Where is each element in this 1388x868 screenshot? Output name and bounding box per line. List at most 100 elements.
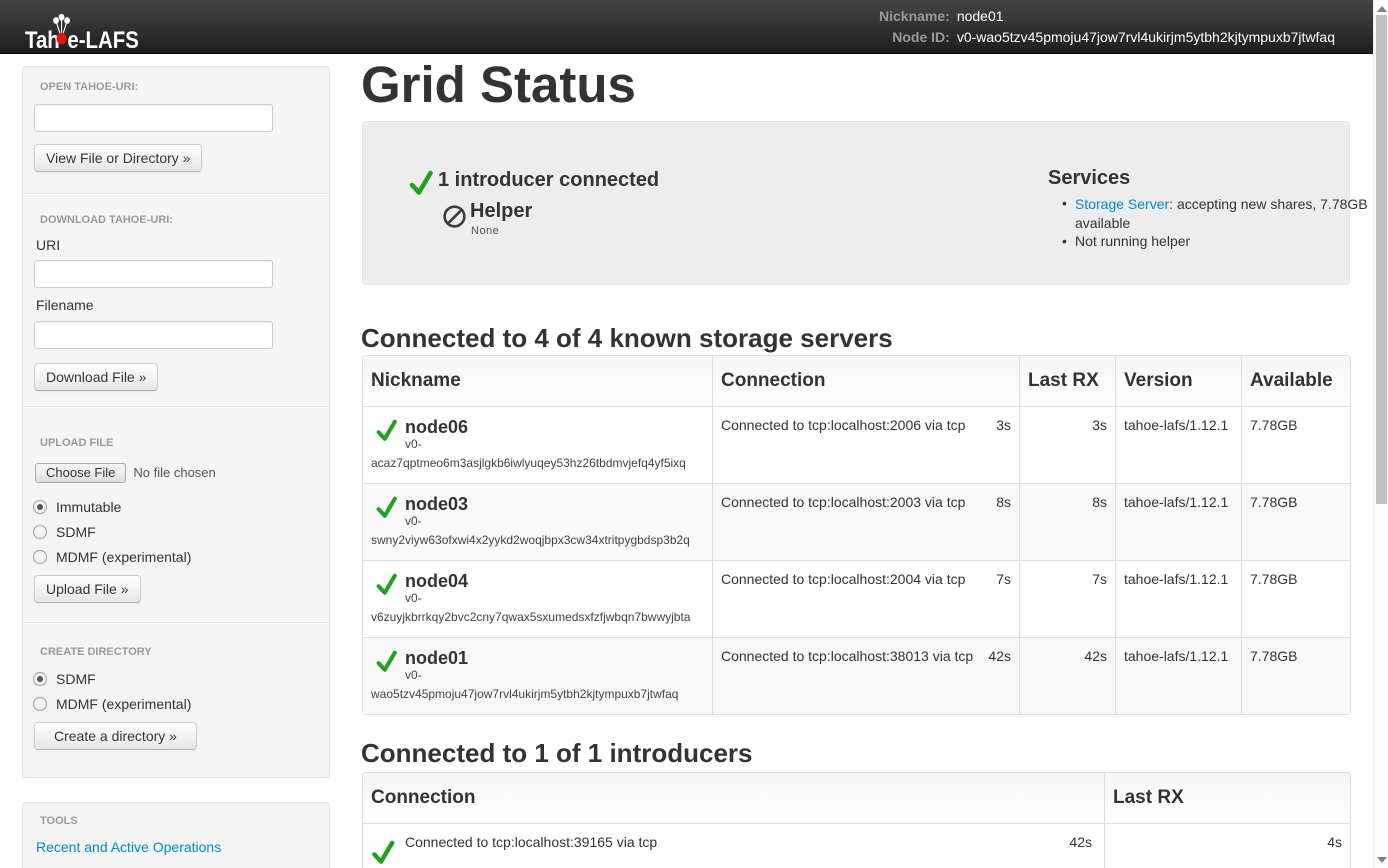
col-header-nickname: Nickname: [363, 356, 712, 406]
server-available: 7.78GB: [1241, 483, 1350, 560]
tools-section-label: TOOLS: [40, 815, 78, 828]
server-nodeid: v0-acaz7qptmeo6m3asjlgkb6iwlyuqey53hz26t…: [371, 435, 704, 472]
download-file-button[interactable]: Download File »: [34, 363, 158, 391]
server-connection-cell: 7s Connected to tcp:localhost:2004 via tc…: [712, 560, 1019, 637]
server-nodeid: v0-swny2viyw63ofxwi4x2yykd2woqjbpx3cw34x…: [371, 512, 704, 549]
brand-text: Tahe-LAFS: [25, 14, 139, 54]
service-item: Not running helper: [1075, 232, 1375, 250]
connection-since: 42s: [1069, 832, 1092, 852]
mkdir-format-option: SDMF: [33, 666, 96, 691]
recent-operations-link[interactable]: Recent and Active Operations: [36, 837, 221, 857]
radio-mdmf[interactable]: [33, 550, 47, 564]
connected-check-icon: [371, 840, 395, 865]
helper-value: None: [471, 225, 499, 238]
radio-immutable[interactable]: [33, 500, 47, 514]
choose-file-button[interactable]: Choose File: [35, 463, 126, 483]
col-header-connection: Connection: [363, 773, 1104, 823]
server-row: node01 v0-wao5tzv45pmoju47jow7rvl4ukirjm…: [363, 637, 1350, 714]
storage-servers-table: Nickname Connection Last RX Version Avai…: [362, 355, 1351, 715]
server-version: tahoe-lafs/1.12.1: [1115, 483, 1241, 560]
mkdir-section-label: CREATE DIRECTORY: [40, 646, 152, 659]
sidebar-divider: [23, 622, 329, 624]
col-header-version: Version: [1115, 356, 1241, 406]
connected-check-icon: [376, 573, 397, 596]
server-version: tahoe-lafs/1.12.1: [1115, 560, 1241, 637]
tahoe-balloons-icon: [52, 13, 71, 47]
connection-text: Connected to tcp:localhost:2003 via tcp: [721, 494, 965, 510]
helper-service-desc: Not running helper: [1075, 233, 1190, 249]
radio-sdmf[interactable]: [33, 525, 47, 539]
server-nickname-cell: node01 v0-wao5tzv45pmoju47jow7rvl4ukirjm…: [363, 637, 712, 714]
col-header-lastrx: Last RX: [1104, 773, 1350, 823]
sidebar-divider: [23, 193, 329, 195]
connected-check-icon: [376, 496, 397, 519]
introducers-table: Connection Last RX 42s Connected to tcp:…: [362, 772, 1351, 868]
server-available: 7.78GB: [1241, 560, 1350, 637]
server-nickname-cell: node03 v0-swny2viyw63ofxwi4x2yykd2woqjbp…: [363, 483, 712, 560]
server-available: 7.78GB: [1241, 406, 1350, 483]
node-id-label: Node ID:: [842, 27, 950, 48]
connected-check-icon: [409, 170, 433, 196]
introducers-section-title: Connected to 1 of 1 introducers: [361, 738, 753, 768]
server-version: tahoe-lafs/1.12.1: [1115, 406, 1241, 483]
storage-server-link[interactable]: Storage Server: [1075, 196, 1169, 212]
server-nodeid: v0-v6zuyjkbrrkqy2bvc2cny7qwax5sxumedsxfz…: [371, 589, 704, 626]
server-row: node06 v0-acaz7qptmeo6m3asjlgkb6iwlyuqey…: [363, 406, 1350, 483]
navbar: Tahe-LAFS Nickname:node01 Node ID:v0-wao…: [0, 0, 1373, 54]
sidebar-panel: OPEN TAHOE-URI: View File or Directory »…: [22, 66, 330, 778]
sidebar-divider: [23, 406, 329, 408]
radio-mdmf-label: MDMF (experimental): [56, 547, 191, 567]
connection-text: Connected to tcp:localhost:38013 via tcp: [721, 648, 973, 664]
upload-file-button[interactable]: Upload File »: [34, 575, 141, 603]
page-title: Grid Status: [361, 57, 636, 112]
services-title: Services: [1048, 166, 1130, 190]
radio-dir-mdmf-label: MDMF (experimental): [56, 694, 191, 714]
view-file-button[interactable]: View File or Directory »: [34, 144, 202, 172]
connection-since: 3s: [996, 415, 1011, 435]
col-header-connection: Connection: [712, 356, 1019, 406]
server-connection-cell: 3s Connected to tcp:localhost:2006 via tc…: [712, 406, 1019, 483]
open-uri-input[interactable]: [34, 104, 273, 132]
upload-section-label: UPLOAD FILE: [40, 437, 113, 450]
server-connection-cell: 42sConnected to tcp:localhost:38013 via …: [712, 637, 1019, 714]
col-header-available: Available: [1241, 356, 1350, 406]
scrollbar-thumb[interactable]: [1376, 15, 1387, 504]
server-row: node04 v0-v6zuyjkbrrkqy2bvc2cny7qwax5sxu…: [363, 560, 1350, 637]
col-header-lastrx: Last RX: [1019, 356, 1115, 406]
grid-status-panel: 1 introducer connected Helper None Servi…: [362, 121, 1350, 285]
server-lastrx: 7s: [1019, 560, 1115, 637]
browser-scrollbar[interactable]: [1373, 0, 1388, 868]
services-list: Storage Server: accepting new shares, 7.…: [1075, 194, 1375, 251]
download-uri-input[interactable]: [34, 260, 273, 288]
introducer-lastrx: 4s: [1104, 823, 1350, 868]
introducer-connection-cell: 42s Connected to tcp:localhost:39165 via…: [363, 823, 1104, 868]
server-lastrx: 42s: [1019, 637, 1115, 714]
node-info: Nickname:node01 Node ID:v0-wao5tzv45pmoj…: [842, 6, 1335, 48]
filename-field-label: Filename: [36, 295, 94, 315]
radio-dir-sdmf[interactable]: [33, 672, 47, 686]
connected-check-icon: [376, 419, 397, 442]
radio-immutable-label: Immutable: [56, 497, 121, 517]
uri-field-label: URI: [36, 235, 60, 255]
brand-logo[interactable]: Tahe-LAFS: [25, 14, 159, 44]
connection-text: Connected to tcp:localhost:2004 via tcp: [721, 571, 965, 587]
download-filename-input[interactable]: [34, 321, 273, 349]
connection-text: Connected to tcp:localhost:2006 via tcp: [721, 417, 965, 433]
tools-panel: TOOLS Recent and Active Operations: [22, 802, 330, 868]
no-file-chosen-text: No file chosen: [133, 463, 215, 483]
server-nickname-cell: node06 v0-acaz7qptmeo6m3asjlgkb6iwlyuqey…: [363, 406, 712, 483]
connection-text: Connected to tcp:localhost:39165 via tcp: [405, 832, 657, 852]
create-directory-button[interactable]: Create a directory »: [34, 722, 197, 750]
server-row: node03 v0-swny2viyw63ofxwi4x2yykd2woqjbp…: [363, 483, 1350, 560]
nickname-value: node01: [957, 6, 1004, 27]
helper-none-icon: [443, 205, 466, 228]
upload-format-option: SDMF: [33, 519, 96, 544]
upload-format-option: Immutable: [33, 494, 121, 519]
scrollbar-up-arrow[interactable]: [1377, 6, 1387, 12]
servers-section-title: Connected to 4 of 4 known storage server…: [361, 323, 893, 353]
server-version: tahoe-lafs/1.12.1: [1115, 637, 1241, 714]
radio-dir-mdmf[interactable]: [33, 697, 47, 711]
connection-since: 7s: [996, 569, 1011, 589]
nickname-label: Nickname:: [842, 6, 950, 27]
scrollbar-down-arrow[interactable]: [1377, 857, 1387, 863]
